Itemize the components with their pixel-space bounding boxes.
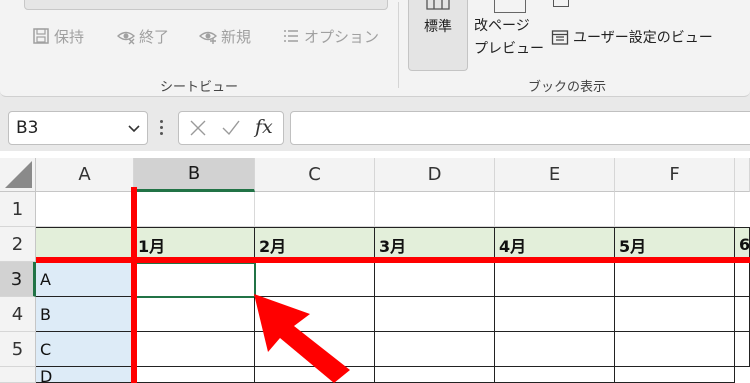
cell-a3[interactable]: A <box>36 262 134 297</box>
name-box[interactable]: B3 <box>8 111 148 145</box>
row-header-4[interactable]: 4 <box>0 297 36 332</box>
keep-sheet-view-button[interactable]: 保持 <box>32 24 84 48</box>
cell-b5[interactable] <box>134 332 255 367</box>
cell-g3[interactable] <box>735 262 750 297</box>
active-cell-b3[interactable] <box>134 262 256 298</box>
ribbon: 保持 終了 新規 オプション シートビュー 標準 改ページ プレビュー ユーザー… <box>0 0 750 97</box>
cell-f5[interactable] <box>615 332 735 367</box>
insert-function-button[interactable]: fx <box>255 116 273 138</box>
cell-c1[interactable] <box>255 192 375 227</box>
new-sheet-view-button[interactable]: 新規 <box>199 24 251 48</box>
cell-b4[interactable] <box>134 297 255 332</box>
column-header-e[interactable]: E <box>495 158 615 192</box>
check-icon[interactable] <box>221 119 241 137</box>
eye-close-icon <box>117 31 135 45</box>
row-header-3[interactable]: 3 <box>0 262 36 297</box>
column-header-g[interactable] <box>735 158 750 192</box>
workbook-view-group-label: ブックの表示 <box>528 80 607 95</box>
page-break-line2: プレビュー <box>474 41 544 57</box>
column-header-b[interactable]: B <box>134 158 255 192</box>
name-box-value: B3 <box>16 118 39 138</box>
cell-d1[interactable] <box>375 192 495 227</box>
cell-f1[interactable] <box>615 192 735 227</box>
new-label: 新規 <box>221 27 252 46</box>
cell-b1[interactable] <box>134 192 255 227</box>
column-header-c[interactable]: C <box>255 158 375 192</box>
select-all-button[interactable] <box>0 158 36 192</box>
cell-e4[interactable] <box>495 297 615 332</box>
cell-a4[interactable]: B <box>36 297 134 332</box>
formula-bar-resize-handle[interactable] <box>160 120 163 136</box>
group-divider <box>398 2 399 88</box>
normal-view-label: 標準 <box>424 19 452 35</box>
custom-views-label: ユーザー設定のビュー <box>573 30 713 46</box>
cell-a5[interactable]: C <box>36 332 134 367</box>
row-header-6[interactable] <box>0 367 36 383</box>
cell-d4[interactable] <box>375 297 495 332</box>
cell-b6[interactable] <box>134 367 255 383</box>
sheet-view-dropdown[interactable] <box>24 0 388 10</box>
cell-d5[interactable] <box>375 332 495 367</box>
row-header-2[interactable]: 2 <box>0 227 36 262</box>
exit-label: 終了 <box>139 27 170 46</box>
cell-e3[interactable] <box>495 262 615 297</box>
formula-buttons: fx <box>178 111 284 145</box>
page-layout-icon <box>553 0 569 7</box>
sheet-view-group-label: シートビュー <box>160 80 239 95</box>
custom-view-icon <box>551 30 569 45</box>
cell-g5[interactable] <box>735 332 750 367</box>
save-icon <box>33 28 49 44</box>
column-header-a[interactable]: A <box>36 158 134 192</box>
list-options-icon <box>284 30 298 42</box>
cancel-icon[interactable] <box>189 119 207 137</box>
keep-label: 保持 <box>54 27 85 46</box>
cell-f4[interactable] <box>615 297 735 332</box>
cell-f6[interactable] <box>615 367 735 383</box>
cell-e1[interactable] <box>495 192 615 227</box>
cell-e6[interactable] <box>495 367 615 383</box>
column-header-d[interactable]: D <box>375 158 495 192</box>
grid-icon <box>426 0 450 10</box>
cell-d6[interactable] <box>375 367 495 383</box>
row-header-5[interactable]: 5 <box>0 332 36 367</box>
cell-d3[interactable] <box>375 262 495 297</box>
options-label: オプション <box>304 27 380 46</box>
freeze-pane-horizontal-line <box>36 257 750 263</box>
freeze-pane-vertical-line <box>131 187 137 383</box>
page-break-line1: 改ページ <box>474 18 530 34</box>
cell-f3[interactable] <box>615 262 735 297</box>
sheet-view-options-button[interactable]: オプション <box>282 24 379 48</box>
column-header-f[interactable]: F <box>615 158 735 192</box>
row-header-1[interactable]: 1 <box>0 192 36 227</box>
custom-views-button[interactable]: ユーザー設定のビュー <box>551 27 713 47</box>
chevron-down-icon[interactable] <box>127 121 141 135</box>
normal-view-button[interactable]: 標準 <box>408 0 468 71</box>
formula-input[interactable] <box>290 111 750 145</box>
cell-g4[interactable] <box>735 297 750 332</box>
cell-e5[interactable] <box>495 332 615 367</box>
ribbon-panel: 保持 終了 新規 オプション シートビュー 標準 改ページ プレビュー ユーザー… <box>0 0 750 97</box>
cell-a6[interactable]: D <box>36 367 134 383</box>
exit-sheet-view-button[interactable]: 終了 <box>117 24 169 48</box>
page-break-icon <box>494 0 526 13</box>
cell-a1[interactable] <box>36 192 134 227</box>
eye-new-icon <box>199 31 217 44</box>
red-arrow-icon <box>254 294 350 383</box>
